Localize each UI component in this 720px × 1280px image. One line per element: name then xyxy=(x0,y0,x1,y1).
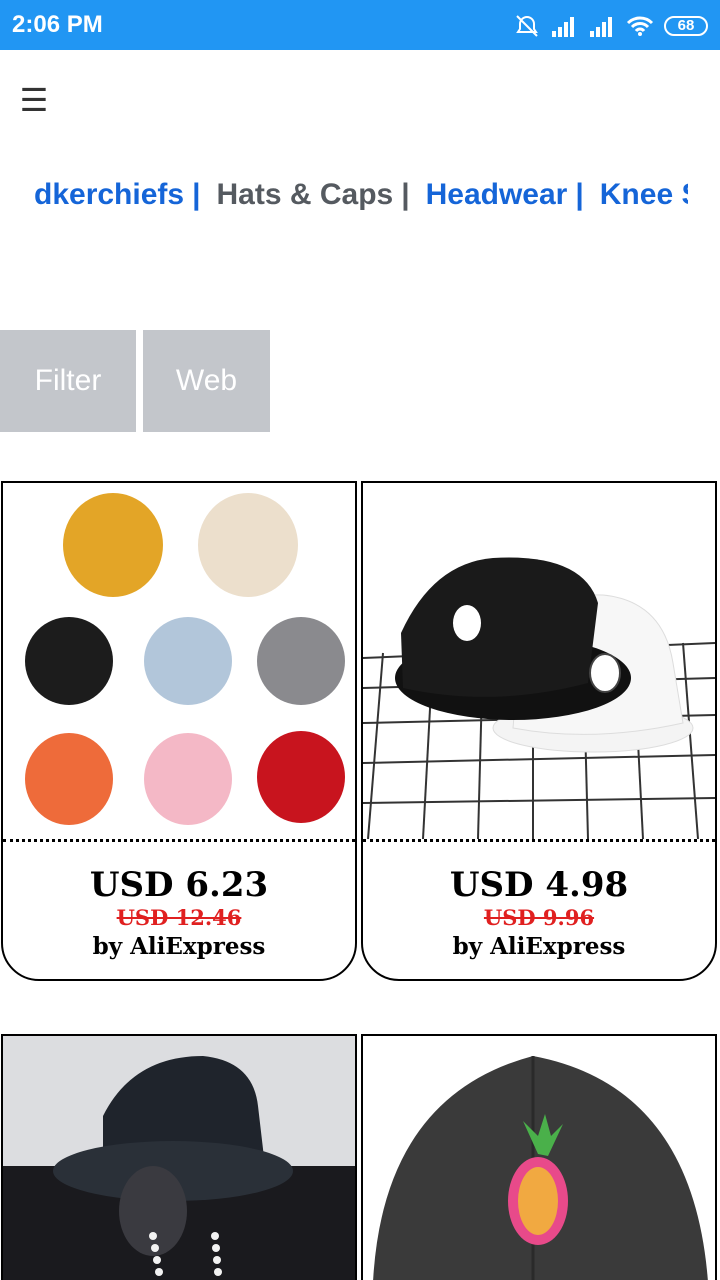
card-divider xyxy=(3,839,355,842)
pineapple-cap-image[interactable] xyxy=(363,1036,715,1280)
hamburger-menu-icon[interactable]: ☰ xyxy=(14,80,54,120)
product-seller: by AliExpress xyxy=(92,933,266,960)
knit-beanies-image[interactable] xyxy=(3,483,355,839)
product-price: USD 6.23 xyxy=(89,865,269,905)
product-card[interactable]: USD 4.98 USD 9.96 by AliExpress xyxy=(361,481,717,981)
product-seller: by AliExpress xyxy=(452,933,626,960)
product-card[interactable] xyxy=(361,1034,717,1280)
signal-icon xyxy=(590,17,612,37)
alarm-off-icon xyxy=(516,15,538,37)
category-separator: | xyxy=(192,178,201,211)
category-separator: | xyxy=(401,178,410,211)
signal-icon xyxy=(552,17,574,37)
product-card[interactable]: USD 6.23 USD 12.46 by AliExpress xyxy=(1,481,357,981)
status-time: 2:06 PM xyxy=(12,11,103,38)
black-bucket-hat-image[interactable] xyxy=(3,1036,355,1280)
web-button[interactable]: Web xyxy=(143,330,270,432)
category-separator: | xyxy=(575,178,584,211)
card-divider xyxy=(363,839,715,842)
status-bar: 2:06 PM 68 xyxy=(0,0,720,50)
category-strip[interactable]: dkerchiefs|Hats & Caps|Headwear|Knee S xyxy=(0,178,688,228)
category-handkerchiefs[interactable]: dkerchiefs xyxy=(34,178,184,211)
category-headwear[interactable]: Headwear xyxy=(426,178,568,211)
product-price: USD 4.98 xyxy=(449,865,629,905)
product-card[interactable] xyxy=(1,1034,357,1280)
status-icons: 68 xyxy=(514,12,708,40)
battery-icon: 68 xyxy=(664,16,708,36)
product-old-price: USD 12.46 xyxy=(116,905,242,930)
category-hats-caps[interactable]: Hats & Caps xyxy=(216,178,393,211)
bucket-hats-image[interactable] xyxy=(363,483,715,839)
wifi-icon xyxy=(626,16,654,36)
filter-button[interactable]: Filter xyxy=(0,330,136,432)
product-old-price: USD 9.96 xyxy=(483,905,595,930)
category-knee[interactable]: Knee S xyxy=(600,178,688,211)
